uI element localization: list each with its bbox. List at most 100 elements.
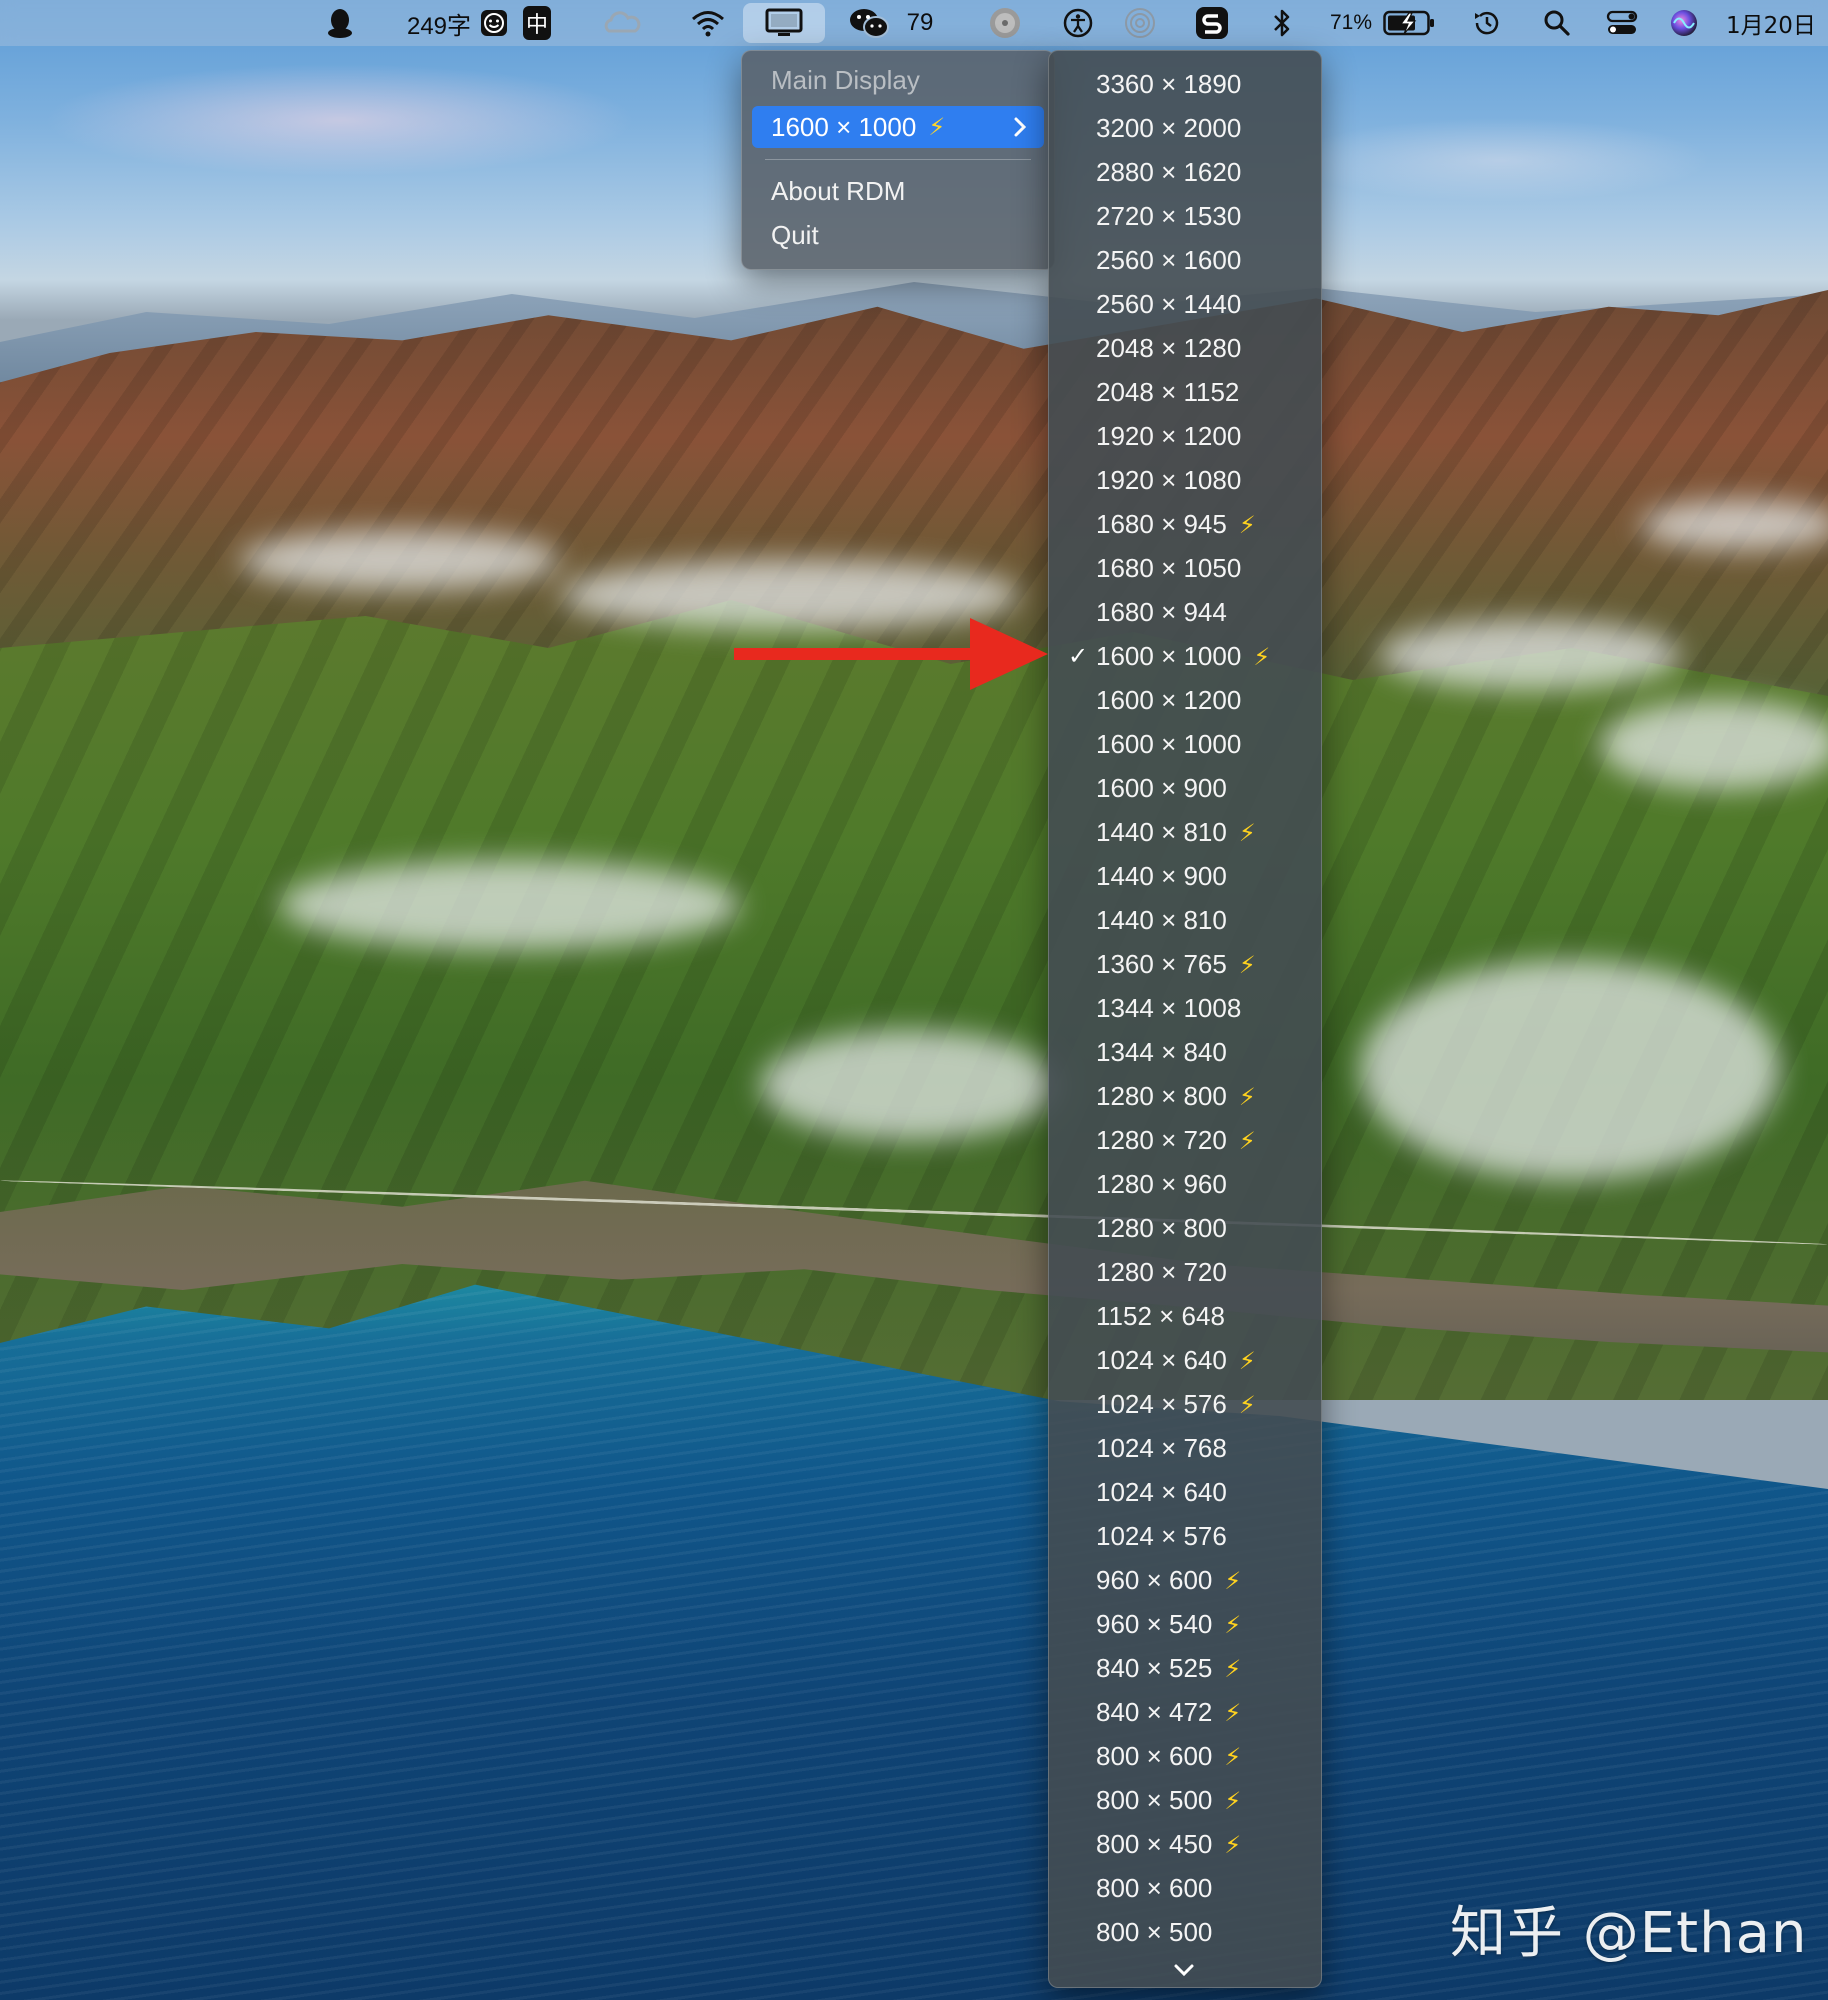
- resolution-item[interactable]: 1680 × 944: [1049, 592, 1321, 632]
- resolution-item[interactable]: 800 × 500: [1049, 1912, 1321, 1952]
- menu-bar-clock[interactable]: 1月20日: [1726, 0, 1828, 46]
- resolution-label: 800 × 450: [1096, 1828, 1213, 1859]
- date-label: 1月20日: [1726, 13, 1816, 39]
- airdrop-icon[interactable]: [1120, 0, 1160, 46]
- wechat-unread-count[interactable]: 79: [898, 0, 942, 46]
- resolution-item[interactable]: ✓ 1600 × 1000 ⚡: [1049, 636, 1321, 676]
- resolution-item[interactable]: 3200 × 2000: [1049, 108, 1321, 148]
- resolution-item[interactable]: 800 × 500 ⚡: [1049, 1780, 1321, 1820]
- resolution-item[interactable]: 1920 × 1080: [1049, 460, 1321, 500]
- resolution-label: 2560 × 1600: [1096, 244, 1242, 275]
- resolution-label: 2048 × 1152: [1096, 376, 1240, 407]
- resolution-item[interactable]: 1152 × 648: [1049, 1296, 1321, 1336]
- hidpi-bolt-icon: ⚡: [1238, 1347, 1256, 1375]
- resolution-label-group: 1680 × 945 ⚡: [1096, 509, 1256, 540]
- resolution-label-group: 1280 × 800 ⚡: [1096, 1081, 1256, 1112]
- resolution-item[interactable]: 1280 × 720: [1049, 1252, 1321, 1292]
- qq-icon[interactable]: [322, 0, 358, 46]
- resolution-label: 1440 × 810: [1096, 904, 1227, 935]
- resolution-label: 1600 × 1200: [1096, 684, 1242, 715]
- resolution-item[interactable]: 1680 × 945 ⚡: [1049, 504, 1321, 544]
- submenu-chevron-right-icon: [1012, 114, 1028, 145]
- word-count-text[interactable]: 249字: [402, 0, 476, 46]
- resolution-item[interactable]: 2560 × 1440: [1049, 284, 1321, 324]
- accessibility-icon[interactable]: [1058, 0, 1098, 46]
- resolution-item[interactable]: 1920 × 1200: [1049, 416, 1321, 456]
- resolution-item[interactable]: 3360 × 1890: [1049, 64, 1321, 104]
- resolution-item[interactable]: 960 × 540 ⚡: [1049, 1604, 1321, 1644]
- menu-header-main-display: Main Display: [771, 65, 920, 95]
- battery-percent-label: 71%: [1329, 11, 1373, 34]
- quit-item[interactable]: Quit: [771, 220, 819, 251]
- siri-icon[interactable]: [1666, 0, 1702, 46]
- resolution-item[interactable]: 1440 × 810 ⚡: [1049, 812, 1321, 852]
- resolution-item[interactable]: 1440 × 900: [1049, 856, 1321, 896]
- resolution-item[interactable]: 2048 × 1280: [1049, 328, 1321, 368]
- spotlight-search-icon[interactable]: [1540, 0, 1574, 46]
- scrobbles-s-icon[interactable]: [1192, 0, 1232, 46]
- rdm-display-icon[interactable]: [743, 3, 825, 43]
- resolution-label: 800 × 500: [1096, 1916, 1213, 1947]
- resolution-label: 1024 × 640: [1096, 1476, 1227, 1507]
- rdm-menu: Main Display 1600 × 1000 ⚡ About RDM Qui…: [741, 50, 1055, 270]
- resolution-item[interactable]: 1360 × 765 ⚡: [1049, 944, 1321, 984]
- scroll-down-chevron-icon[interactable]: [1172, 1962, 1196, 1983]
- resolution-label: 1280 × 800: [1096, 1080, 1227, 1111]
- resolution-label-group: 960 × 540 ⚡: [1096, 1609, 1241, 1640]
- input-method-indicator[interactable]: 中: [520, 0, 554, 46]
- resolution-label-group: 840 × 525 ⚡: [1096, 1653, 1241, 1684]
- resolution-item[interactable]: 1024 × 640: [1049, 1472, 1321, 1512]
- resolution-item[interactable]: 2720 × 1530: [1049, 196, 1321, 236]
- resolution-label-group: 1024 × 576 ⚡: [1096, 1389, 1256, 1420]
- creative-cloud-icon[interactable]: [600, 0, 644, 46]
- resolution-item[interactable]: 800 × 600: [1049, 1868, 1321, 1908]
- battery-percentage[interactable]: 71%: [1326, 0, 1376, 46]
- resolution-item[interactable]: 1600 × 1200: [1049, 680, 1321, 720]
- resolution-item[interactable]: 1344 × 840: [1049, 1032, 1321, 1072]
- resolution-item[interactable]: 1440 × 810: [1049, 900, 1321, 940]
- resolution-label: 840 × 472: [1096, 1696, 1213, 1727]
- resolution-item[interactable]: 840 × 472 ⚡: [1049, 1692, 1321, 1732]
- resolution-item[interactable]: 800 × 600 ⚡: [1049, 1736, 1321, 1776]
- current-resolution-item[interactable]: 1600 × 1000 ⚡: [752, 106, 1044, 148]
- emoji-face-icon[interactable]: [478, 0, 510, 46]
- resolution-item[interactable]: 1024 × 640 ⚡: [1049, 1340, 1321, 1380]
- time-machine-icon[interactable]: [1468, 0, 1506, 46]
- fog-cloud: [280, 860, 740, 950]
- control-center-icon[interactable]: [1602, 0, 1642, 46]
- resolution-item[interactable]: 800 × 450 ⚡: [1049, 1824, 1321, 1864]
- resolution-item[interactable]: 1280 × 800: [1049, 1208, 1321, 1248]
- bluetooth-icon[interactable]: [1266, 0, 1298, 46]
- hidpi-bolt-icon: ⚡: [1224, 1567, 1242, 1595]
- resolution-item[interactable]: 1024 × 768: [1049, 1428, 1321, 1468]
- resolution-label: 1440 × 900: [1096, 860, 1227, 891]
- battery-charging-icon[interactable]: [1382, 0, 1436, 46]
- resolution-item[interactable]: 840 × 525 ⚡: [1049, 1648, 1321, 1688]
- resolution-item[interactable]: 2880 × 1620: [1049, 152, 1321, 192]
- resolution-label: 1024 × 576: [1096, 1520, 1227, 1551]
- resolution-item[interactable]: 1280 × 800 ⚡: [1049, 1076, 1321, 1116]
- fog-cloud: [1600, 700, 1828, 790]
- resolution-item[interactable]: 1344 × 1008: [1049, 988, 1321, 1028]
- resolution-item[interactable]: 1024 × 576 ⚡: [1049, 1384, 1321, 1424]
- menu-separator: [765, 159, 1031, 160]
- resolution-item[interactable]: 1280 × 720 ⚡: [1049, 1120, 1321, 1160]
- resolution-label: 1360 × 765: [1096, 948, 1227, 979]
- resolution-label: 1344 × 1008: [1096, 992, 1242, 1023]
- resolution-item[interactable]: 2048 × 1152: [1049, 372, 1321, 412]
- resolution-item[interactable]: 1680 × 1050: [1049, 548, 1321, 588]
- resolution-item[interactable]: 1600 × 1000: [1049, 724, 1321, 764]
- wifi-icon[interactable]: [686, 0, 730, 46]
- fog-cloud: [760, 1030, 1060, 1140]
- resolution-item[interactable]: 2560 × 1600: [1049, 240, 1321, 280]
- wechat-icon[interactable]: [846, 0, 892, 46]
- resolution-item[interactable]: 1024 × 576: [1049, 1516, 1321, 1556]
- resolution-label: 1920 × 1200: [1096, 420, 1242, 451]
- resolution-label-group: 1360 × 765 ⚡: [1096, 949, 1256, 980]
- resolution-item[interactable]: 1280 × 960: [1049, 1164, 1321, 1204]
- disc-icon[interactable]: [985, 0, 1025, 46]
- resolution-item[interactable]: 1600 × 900: [1049, 768, 1321, 808]
- resolution-label-group: 1440 × 810 ⚡: [1096, 817, 1256, 848]
- about-rdm-item[interactable]: About RDM: [771, 176, 905, 207]
- resolution-item[interactable]: 960 × 600 ⚡: [1049, 1560, 1321, 1600]
